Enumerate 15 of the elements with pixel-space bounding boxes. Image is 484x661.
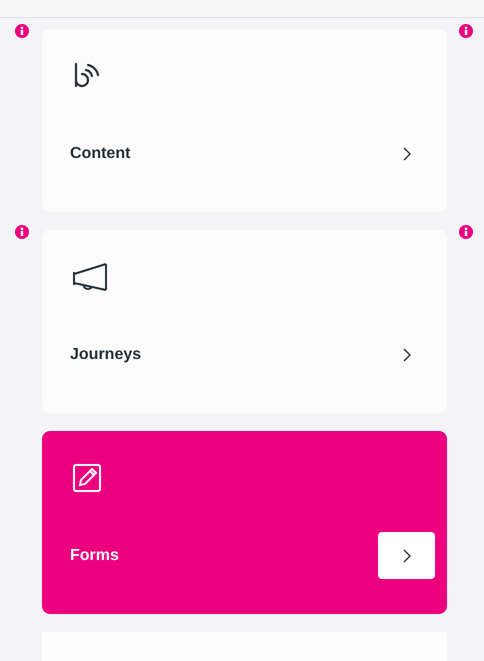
chevron-right-icon <box>402 348 410 362</box>
card-label: Journeys <box>70 344 142 364</box>
info-icon[interactable] <box>458 225 472 239</box>
card-label: Content <box>70 144 130 164</box>
megaphone-icon <box>73 263 107 291</box>
info-icon[interactable] <box>15 225 29 239</box>
chevron-right-icon <box>402 146 410 160</box>
card-label: Forms <box>70 546 119 566</box>
card[interactable]: Content <box>42 29 447 212</box>
edit-icon <box>73 464 101 492</box>
info-icon[interactable] <box>458 24 472 38</box>
chevron-right-icon <box>402 548 410 562</box>
card[interactable]: Forms <box>42 431 447 614</box>
info-icon[interactable] <box>15 24 29 38</box>
card[interactable]: Journeys <box>42 230 447 413</box>
